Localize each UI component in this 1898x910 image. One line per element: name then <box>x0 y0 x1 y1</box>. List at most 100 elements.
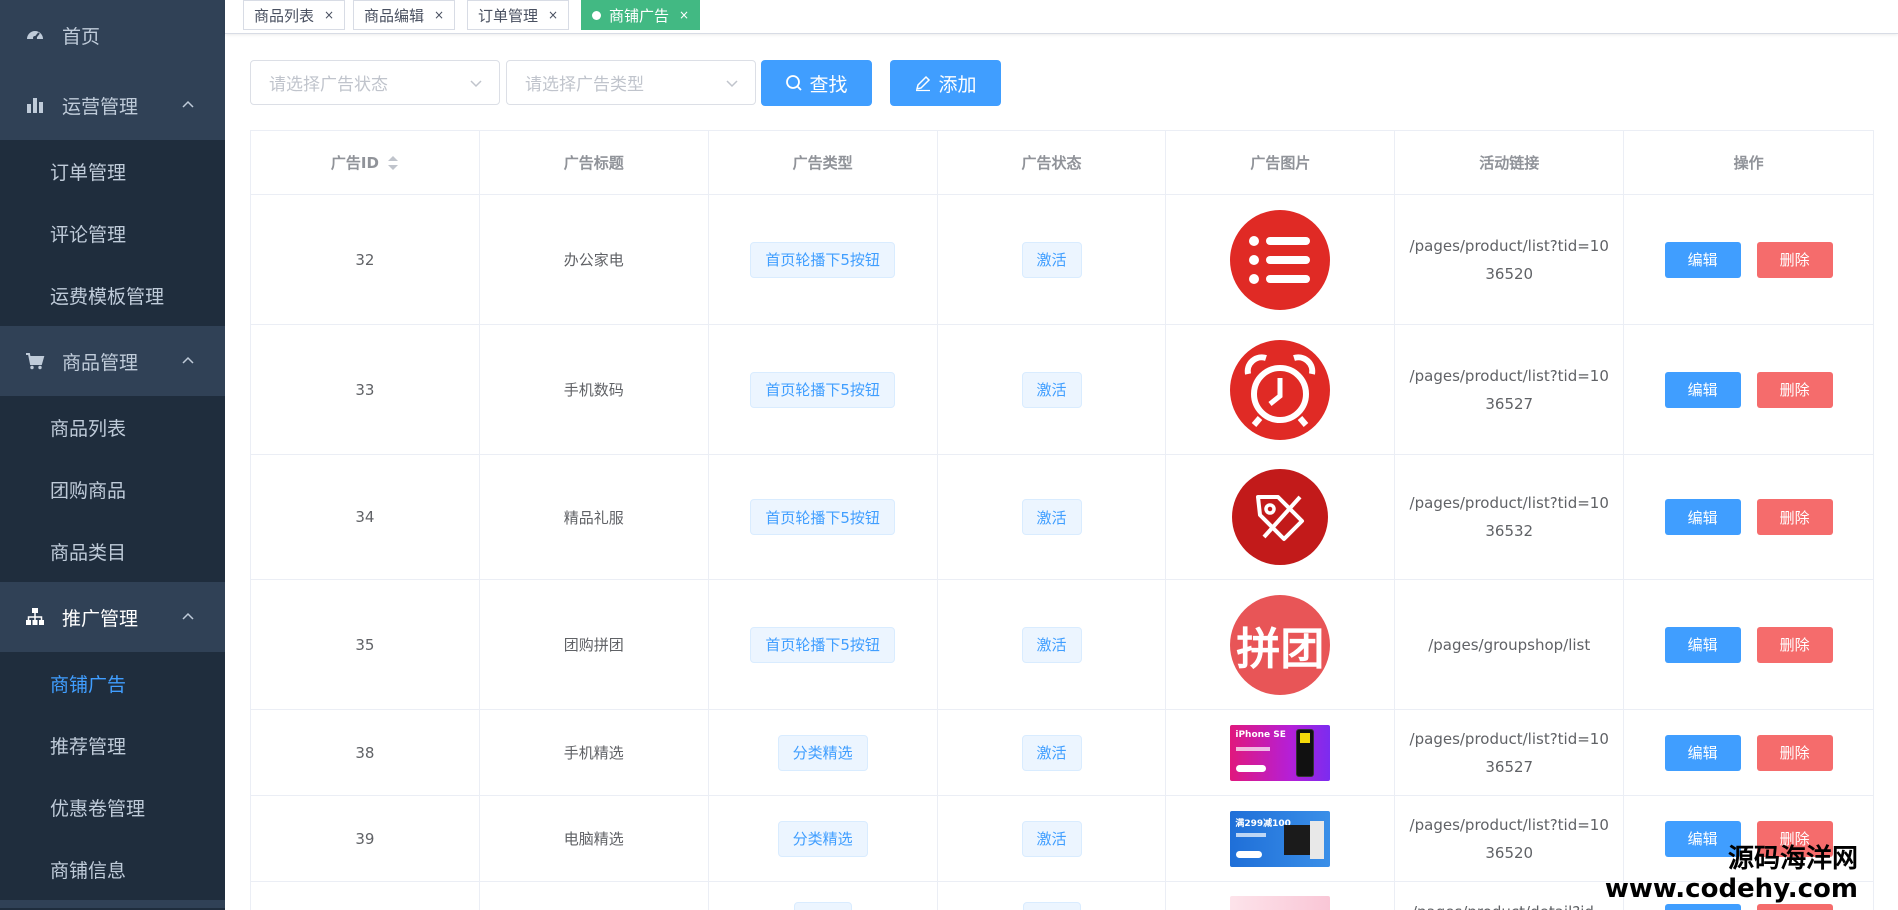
sidebar-item-label: 推荐管理 <box>50 735 127 758</box>
tag-label: 订单管理 <box>478 6 539 25</box>
cell-actions: 编辑 删除 <box>1624 710 1874 796</box>
sidebar-item-label: 商品类目 <box>50 541 127 564</box>
sidebar-item-label: 商品列表 <box>50 417 127 440</box>
banner-decoration <box>1236 850 1263 858</box>
cell-link: /pages/product/list?tid=1036527 <box>1395 710 1625 796</box>
tag-order-management[interactable]: 订单管理 × <box>467 0 570 30</box>
bar-chart-icon <box>24 94 46 116</box>
sidebar-item-home[interactable]: 首页 <box>0 0 225 70</box>
sidebar-group-operations[interactable]: 运营管理 <box>0 70 225 140</box>
sidebar-item-shop-info[interactable]: 商铺信息 <box>0 838 225 900</box>
banner-decoration <box>1236 832 1267 837</box>
cell-type: 分类精选 <box>708 710 938 796</box>
cell-id: 38 <box>251 710 480 796</box>
delete-button[interactable]: 删除 <box>1756 499 1833 535</box>
link-text: /pages/product/list?tid=1036527 <box>1409 366 1609 413</box>
close-icon[interactable]: × <box>679 8 689 22</box>
tag-product-list[interactable]: 商品列表 × <box>243 0 346 30</box>
select-placeholder: 请选择广告状态 <box>269 75 388 95</box>
edit-button[interactable]: 编辑 <box>1664 734 1741 771</box>
active-dot-icon <box>592 10 601 20</box>
edit-button[interactable]: 编辑 <box>1664 371 1741 408</box>
sidebar-item-categories[interactable]: 商品类目 <box>0 520 225 582</box>
cell-id: 32 <box>251 195 480 325</box>
edit-button[interactable]: 编辑 <box>1664 241 1741 278</box>
cell-id: 35 <box>251 580 480 710</box>
sidebar-group-products[interactable]: 商品管理 <box>0 326 225 396</box>
alarm-clock-icon <box>1230 339 1331 440</box>
cell-title: 办公家电 <box>479 195 709 325</box>
sort-icon[interactable] <box>387 155 399 171</box>
cell-type: 首页轮播下5按钮 <box>708 455 938 580</box>
edit-button[interactable]: 编辑 <box>1664 499 1741 535</box>
cell-status: 激活 <box>937 710 1167 796</box>
phone-banner: iPhone SE <box>1230 724 1331 781</box>
delete-button[interactable] <box>1756 904 1833 910</box>
sidebar-group-label: 商品管理 <box>62 351 139 374</box>
search-button-label: 查找 <box>809 73 848 96</box>
close-icon[interactable]: × <box>548 8 558 22</box>
cell-image: iPhone SE <box>1166 710 1396 796</box>
cell-image: 满299减100 <box>1166 796 1396 882</box>
sitemap-icon <box>24 606 46 628</box>
edit-pencil-icon <box>916 75 931 92</box>
delete-button[interactable]: 删除 <box>1756 371 1833 408</box>
edit-button[interactable] <box>1664 904 1741 910</box>
delete-button[interactable]: 删除 <box>1756 241 1833 278</box>
cell-status: 激活 <box>937 325 1167 455</box>
groupbuy-logo: 拼团 <box>1230 594 1331 695</box>
cell-title: 电脑精选 <box>479 796 709 882</box>
type-tag: 首页轮播下5按钮 <box>750 241 895 278</box>
header-ad-id[interactable]: 广告ID <box>251 131 480 195</box>
header-ad-image: 广告图片 <box>1166 131 1396 195</box>
tag-label: 商品编辑 <box>364 6 425 25</box>
ad-status-select[interactable]: 请选择广告状态 <box>250 60 500 105</box>
sidebar-item-recommendations[interactable]: 推荐管理 <box>0 714 225 776</box>
cell-type: 分类精选 <box>708 796 938 882</box>
tag-shop-ads[interactable]: 商铺广告 × <box>581 0 701 30</box>
sidebar-item-product-list[interactable]: 商品列表 <box>0 396 225 458</box>
status-tag: 激活 <box>1021 626 1082 663</box>
delete-button[interactable]: 删除 <box>1756 734 1833 771</box>
logo-text: 拼团 <box>1236 623 1325 675</box>
delete-button[interactable]: 删除 <box>1756 626 1833 663</box>
cell-actions: 编辑 删除 <box>1624 455 1874 580</box>
sidebar: 首页 运营管理 订单管理 评论管理 运费模板管理 商品管理 商品列表 团购商品 … <box>0 0 225 910</box>
type-tag: 首页轮播下5按钮 <box>750 371 895 408</box>
list-icon <box>1230 209 1331 310</box>
add-button-label: 添加 <box>938 73 977 96</box>
cell-status <box>938 882 1167 910</box>
pc-image <box>1284 824 1311 855</box>
cell-id <box>251 882 480 910</box>
search-button[interactable]: 查找 <box>761 60 872 106</box>
watermark: 源码海洋网 www.codehy.com <box>1605 844 1858 904</box>
pc-banner: 满299减100 <box>1230 810 1331 867</box>
sidebar-group-promotion[interactable]: 推广管理 <box>0 582 225 652</box>
sidebar-item-group-buy[interactable]: 团购商品 <box>0 458 225 520</box>
sidebar-item-shipping-templates[interactable]: 运费模板管理 <box>0 264 225 326</box>
tag-product-edit[interactable]: 商品编辑 × <box>353 0 456 30</box>
add-button[interactable]: 添加 <box>890 60 1001 106</box>
sidebar-item-shop-ads[interactable]: 商铺广告 <box>0 652 225 714</box>
tags-view-bar: 商品列表 × 商品编辑 × 订单管理 × 商铺广告 × <box>225 0 1898 34</box>
edit-button[interactable]: 编辑 <box>1664 626 1741 663</box>
cell-image <box>1166 195 1396 325</box>
sidebar-item-coupons[interactable]: 优惠卷管理 <box>0 776 225 838</box>
tag-label: 商品列表 <box>254 6 315 25</box>
type-tag: 分类精选 <box>777 734 868 771</box>
sidebar-item-comments[interactable]: 评论管理 <box>0 202 225 264</box>
header-activity-link: 活动链接 <box>1395 131 1625 195</box>
cell-link: /pages/product/list?tid=1036520 <box>1395 195 1625 325</box>
close-icon[interactable]: × <box>324 8 334 22</box>
cell-link: /pages/product/detail?id=1236 <box>1395 882 1625 910</box>
cart-icon <box>24 350 46 372</box>
close-icon[interactable]: × <box>434 8 444 22</box>
sidebar-item-label: 订单管理 <box>50 161 127 184</box>
cell-link: /pages/groupshop/list <box>1395 580 1625 710</box>
cell-type <box>709 882 938 910</box>
cell-link: /pages/product/list?tid=1036520 <box>1395 796 1625 882</box>
sidebar-item-orders[interactable]: 订单管理 <box>0 140 225 202</box>
cell-id: 33 <box>251 325 480 455</box>
cell-title <box>480 882 709 910</box>
ad-type-select[interactable]: 请选择广告类型 <box>506 60 756 105</box>
